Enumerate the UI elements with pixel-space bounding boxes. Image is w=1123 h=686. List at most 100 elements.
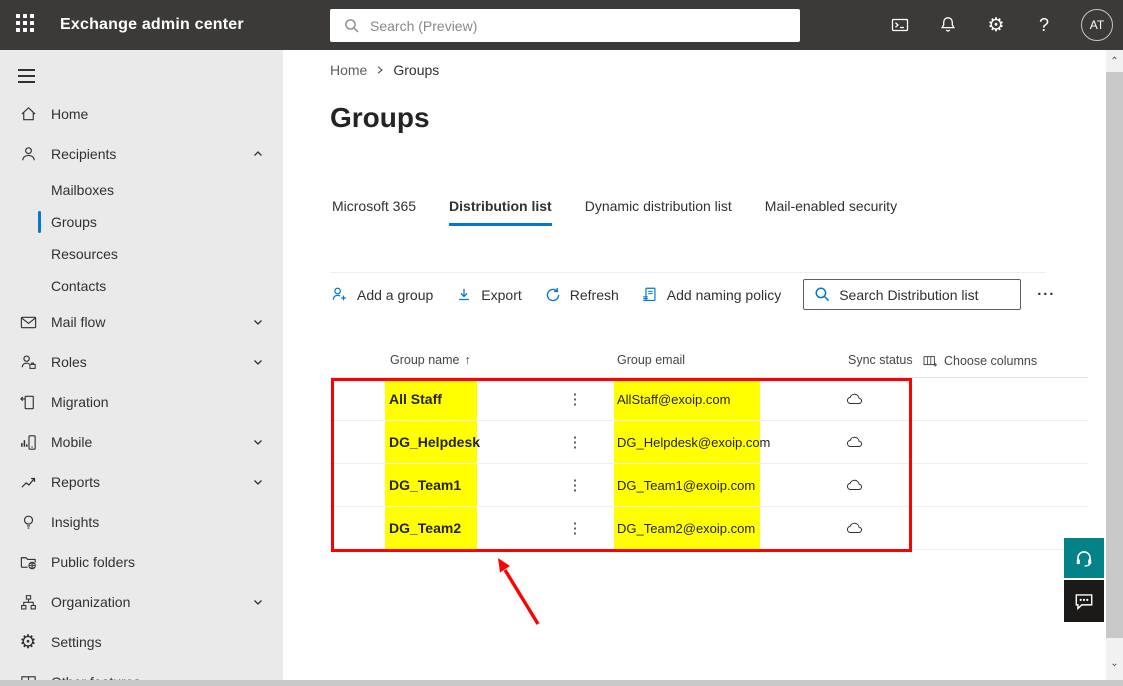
lightbulb-icon xyxy=(18,513,38,532)
red-annotation-arrow xyxy=(453,545,563,645)
add-group-button[interactable]: Add a group xyxy=(330,285,433,304)
search-icon xyxy=(814,286,831,303)
group-email-cell: DG_Helpdesk@exoip.com xyxy=(614,421,760,463)
chevron-down-icon xyxy=(251,356,265,368)
sidebar-item-settings[interactable]: ⚙ Settings xyxy=(0,622,283,662)
table-row: DG_Team1 ⋮ DG_Team1@exoip.com xyxy=(330,464,1088,507)
add-naming-policy-button[interactable]: Add naming policy xyxy=(641,286,781,304)
top-app-bar: Exchange admin center ⚙ ? AT xyxy=(0,0,1123,50)
column-header-sync-status: Sync status xyxy=(848,353,913,367)
sidebar-item-resources[interactable]: Resources xyxy=(0,238,283,270)
tab-dynamic-distribution-list[interactable]: Dynamic distribution list xyxy=(585,198,732,226)
chevron-down-icon xyxy=(251,476,265,488)
cloud-sync-icon xyxy=(840,392,870,406)
person-icon xyxy=(18,145,38,164)
search-icon xyxy=(344,18,360,34)
group-name-cell[interactable]: All Staff xyxy=(385,378,477,420)
group-email-cell: DG_Team1@exoip.com xyxy=(614,464,760,506)
support-button[interactable] xyxy=(1064,538,1104,578)
sidebar-item-mobile[interactable]: Mobile xyxy=(0,422,283,462)
group-email-cell: AllStaff@exoip.com xyxy=(614,378,760,420)
refresh-icon xyxy=(544,286,562,304)
sidebar-item-reports[interactable]: Reports xyxy=(0,462,283,502)
breadcrumb-current: Groups xyxy=(393,62,439,78)
sidebar-item-public-folders[interactable]: Public folders xyxy=(0,542,283,582)
sidebar-item-migration[interactable]: Migration xyxy=(0,382,283,422)
download-icon xyxy=(455,286,473,304)
avatar[interactable]: AT xyxy=(1081,9,1113,41)
sidebar-item-recipients[interactable]: Recipients xyxy=(0,134,283,174)
cloud-sync-icon xyxy=(840,521,870,535)
group-name-cell[interactable]: DG_Team1 xyxy=(385,464,477,506)
sidebar-item-contacts[interactable]: Contacts xyxy=(0,270,283,302)
chevron-down-icon xyxy=(251,596,265,608)
speech-bubble-icon xyxy=(1073,590,1095,612)
org-chart-icon xyxy=(18,593,38,612)
toolbar: Add a group Export Refresh Add naming po… xyxy=(330,272,1046,314)
scroll-down-button[interactable]: ⌄ xyxy=(1106,655,1123,672)
sidebar-item-organization[interactable]: Organization xyxy=(0,582,283,622)
roles-icon xyxy=(18,353,38,372)
bell-icon[interactable] xyxy=(937,14,959,36)
group-name-cell[interactable]: DG_Team2 xyxy=(385,507,477,549)
scroll-up-button[interactable]: ⌃ xyxy=(1106,53,1123,70)
vertical-scrollbar: ⌃ ⌄ xyxy=(1106,50,1123,680)
mail-icon xyxy=(18,313,38,332)
global-search[interactable] xyxy=(330,9,800,42)
gear-icon[interactable]: ⚙ xyxy=(985,14,1007,36)
page-title: Groups xyxy=(330,102,430,134)
table-row: All Staff ⋮ AllStaff@exoip.com xyxy=(330,378,1088,421)
table-header: Group name ↑ Group email Sync status Cho… xyxy=(330,348,1088,376)
cloud-sync-icon xyxy=(840,478,870,492)
tab-mail-enabled-security[interactable]: Mail-enabled security xyxy=(765,198,897,226)
table-body: All Staff ⋮ AllStaff@exoip.com DG_Helpde… xyxy=(330,378,1088,550)
terminal-icon[interactable] xyxy=(889,14,911,36)
sidebar-item-insights[interactable]: Insights xyxy=(0,502,283,542)
selected-indicator xyxy=(38,211,41,233)
chevron-down-icon xyxy=(251,436,265,448)
chevron-right-icon xyxy=(375,65,385,75)
left-nav: Home Recipients Mailboxes Groups Resourc… xyxy=(0,50,283,686)
choose-columns-button[interactable]: Choose columns xyxy=(922,353,1037,369)
table-row: DG_Helpdesk ⋮ DG_Helpdesk@exoip.com xyxy=(330,421,1088,464)
help-icon[interactable]: ? xyxy=(1033,14,1055,36)
row-more-icon[interactable]: ⋮ xyxy=(566,433,584,451)
group-name-cell[interactable]: DG_Helpdesk xyxy=(385,421,477,463)
waffle-icon[interactable] xyxy=(16,14,38,36)
refresh-button[interactable]: Refresh xyxy=(544,286,619,304)
hamburger-icon[interactable] xyxy=(0,58,60,94)
headset-icon xyxy=(1073,547,1095,569)
sidebar-item-mail-flow[interactable]: Mail flow xyxy=(0,302,283,342)
tab-bar: Microsoft 365 Distribution list Dynamic … xyxy=(332,198,897,226)
sort-asc-icon: ↑ xyxy=(464,353,470,367)
sidebar-item-roles[interactable]: Roles xyxy=(0,342,283,382)
group-email-cell: DG_Team2@exoip.com xyxy=(614,507,760,549)
home-icon xyxy=(18,105,38,124)
mobile-icon xyxy=(18,433,38,452)
distribution-list-search-input[interactable] xyxy=(839,287,1020,303)
tab-microsoft-365[interactable]: Microsoft 365 xyxy=(332,198,416,226)
row-more-icon[interactable]: ⋮ xyxy=(566,476,584,494)
distribution-list-search[interactable] xyxy=(803,279,1021,310)
horizontal-scrollbar[interactable] xyxy=(0,680,1123,686)
row-more-icon[interactable]: ⋮ xyxy=(566,390,584,408)
more-options-icon[interactable]: ··· xyxy=(1037,286,1055,303)
sidebar-item-home[interactable]: Home xyxy=(0,94,283,134)
reports-icon xyxy=(18,473,38,492)
tab-distribution-list[interactable]: Distribution list xyxy=(449,198,552,226)
app-title: Exchange admin center xyxy=(60,16,244,34)
column-header-group-email: Group email xyxy=(617,353,685,367)
row-more-icon[interactable]: ⋮ xyxy=(566,519,584,537)
export-button[interactable]: Export xyxy=(455,286,521,304)
global-search-input[interactable] xyxy=(370,18,800,34)
column-header-group-name[interactable]: Group name ↑ xyxy=(390,353,471,367)
gear-icon: ⚙ xyxy=(18,633,38,652)
document-policy-icon xyxy=(641,286,659,304)
vertical-scrollbar-thumb[interactable] xyxy=(1106,72,1123,638)
feedback-button[interactable] xyxy=(1064,580,1104,622)
sidebar-item-groups[interactable]: Groups xyxy=(0,206,283,238)
main-content: Home Groups Groups Microsoft 365 Distrib… xyxy=(283,50,1106,680)
chevron-up-icon xyxy=(251,148,265,160)
breadcrumb-home[interactable]: Home xyxy=(330,62,367,78)
sidebar-item-mailboxes[interactable]: Mailboxes xyxy=(0,174,283,206)
